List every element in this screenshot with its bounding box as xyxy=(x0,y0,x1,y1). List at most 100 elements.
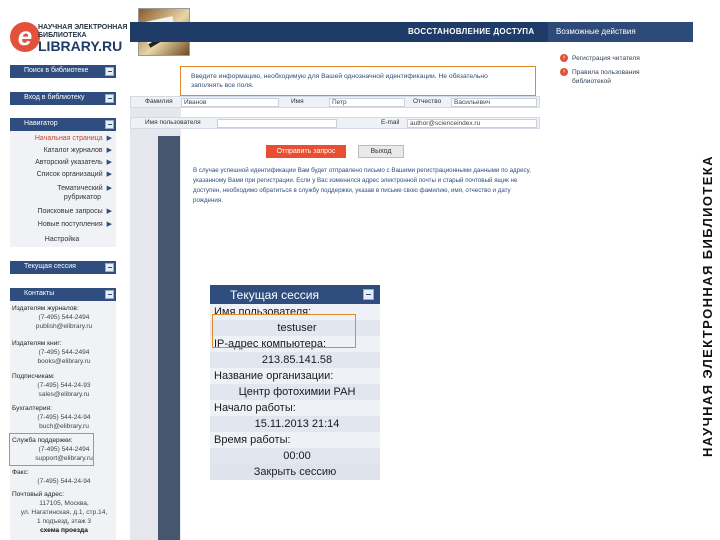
expand-icon[interactable] xyxy=(105,67,114,76)
header-bar: ВОССТАНОВЛЕНИЕ ДОСТУПА Возможные действи… xyxy=(130,22,693,42)
nav-item-new[interactable]: Новые поступления ▶ xyxy=(26,220,112,228)
name-label: Имя xyxy=(291,98,304,105)
page-title: ВОССТАНОВЛЕНИЕ ДОСТУПА xyxy=(408,27,535,36)
contacts-header[interactable]: Контакты xyxy=(10,288,116,301)
vertical-banner-text: НАУЧНАЯ ЭЛЕКТРОННАЯ БИБЛИОТЕКА xyxy=(700,155,715,457)
navigator-label: Навигатор xyxy=(24,120,58,127)
page: { "logo": {"letter": "e", "line1": "НАУЧ… xyxy=(0,0,720,540)
nav-item-queries[interactable]: Поисковые запросы ▶ xyxy=(26,207,112,215)
nav-item-label: Настройка xyxy=(44,236,80,243)
vertical-banner: НАУЧНАЯ ЭЛЕКТРОННАЯ БИБЛИОТЕКА xyxy=(697,85,717,460)
arrow-right-icon: ▶ xyxy=(106,208,112,215)
user-row: Имя пользователя E-mail author@sciencein… xyxy=(130,117,540,129)
email-input[interactable]: author@scienceindex.ru xyxy=(407,119,537,128)
arrow-right-icon: ▶ xyxy=(106,135,112,142)
address-label: Почтовый адрес: xyxy=(12,491,65,498)
session-header[interactable]: Текущая сессия xyxy=(10,261,116,274)
contact-phone: (7-495) 544-24-93 xyxy=(37,382,91,389)
nav-item-label: Тематический xyxy=(57,185,103,192)
contact-label: Факс: xyxy=(12,469,29,476)
session-ip-value: 213.85.141.58 xyxy=(210,352,380,368)
recovery-note: В случае успешной идентификации Вам буде… xyxy=(193,167,531,204)
navigator-header[interactable]: Навигатор xyxy=(10,118,116,131)
contact-journals: Издателям журналов: (7-495) 544-2494 pub… xyxy=(12,304,116,331)
patronymic-label: Отчество xyxy=(413,98,442,105)
postal-address: Почтовый адрес: 117105, Москва, ул. Нага… xyxy=(12,490,116,535)
session-title: Текущая сессия xyxy=(230,288,319,302)
nav-item-authors[interactable]: Авторский указатель ▶ xyxy=(26,158,112,166)
exit-button[interactable]: Выход xyxy=(358,145,404,158)
library-rules-link[interactable]: Правила пользования библиотекой xyxy=(560,68,680,86)
nav-item-label: Список организаций xyxy=(36,171,103,178)
nav-item-settings[interactable]: Настройка xyxy=(14,236,110,243)
expand-icon[interactable] xyxy=(105,94,114,103)
arrow-right-icon: ▶ xyxy=(106,147,112,154)
info-box: Введите информацию, необходимую для Ваше… xyxy=(180,66,536,96)
contact-label: Издателям журналов: xyxy=(12,305,79,312)
contact-email[interactable]: books@elibrary.ru xyxy=(12,357,116,366)
email-label-text: E-mail xyxy=(381,119,400,126)
session-time-label: Время работы: xyxy=(214,434,291,446)
nav-item-journals[interactable]: Каталог журналов ▶ xyxy=(26,146,112,154)
username-label: Имя пользователя xyxy=(145,119,201,126)
logo-line1: НАУЧНАЯ ЭЛЕКТРОННАЯ xyxy=(38,24,128,31)
content-side-dark-stripe xyxy=(158,136,180,540)
actions-header: Возможные действия xyxy=(548,22,693,42)
contact-fax: Факс: (7-495) 544-24-94 xyxy=(12,468,116,486)
nav-item-organizations[interactable]: Список организаций ▶ xyxy=(26,170,112,178)
contact-books: Издателям книг: (7-495) 544-2494 books@e… xyxy=(12,339,116,366)
session-panel-header: Текущая сессия xyxy=(210,285,380,304)
nav-item-home[interactable]: Начальная страница ▶ xyxy=(26,134,112,142)
name-input[interactable]: Петр xyxy=(329,98,405,107)
nav-item-label: Поисковые запросы xyxy=(37,208,103,215)
nav-item-label: рубрикатор xyxy=(63,194,101,201)
session-org-label: Название организации: xyxy=(214,370,334,382)
contact-phone: (7-495) 544-24-94 xyxy=(37,478,91,485)
contact-label: Издателям книг: xyxy=(12,340,62,347)
submit-request-button[interactable]: Отправить запрос xyxy=(266,145,346,158)
arrow-right-icon: ▶ xyxy=(106,171,112,178)
address-line: 117105, Москва, xyxy=(39,500,89,507)
nav-item-label: Авторский указатель xyxy=(35,159,103,166)
register-reader-link[interactable]: Регистрация читателя xyxy=(560,54,640,63)
nav-item-label: Начальная страница xyxy=(34,135,103,142)
info-line: Введите информацию, необходимую для Ваше… xyxy=(191,73,488,80)
contact-email[interactable]: sales@elibrary.ru xyxy=(12,390,116,399)
login-library-label: Вход в библиотеку xyxy=(24,94,85,101)
support-highlight xyxy=(9,433,94,466)
session-start-label: Начало работы: xyxy=(214,402,296,414)
info-line: заполнять все поля. xyxy=(191,82,254,89)
session-org-value: Центр фотохимии РАН xyxy=(210,384,380,400)
logo-brand[interactable]: LIBRARY.RU xyxy=(38,38,122,54)
name-row: Фамилия Иванов Имя Петр Отчество Василье… xyxy=(130,96,540,108)
surname-input[interactable]: Иванов xyxy=(181,98,279,107)
close-session-button[interactable]: Закрыть сессию xyxy=(210,464,380,480)
contact-phone: (7-495) 544-24-94 xyxy=(37,414,91,421)
login-library-header[interactable]: Вход в библиотеку xyxy=(10,92,116,105)
nav-item-rubricator[interactable]: Тематический ▶ рубрикатор xyxy=(26,184,112,202)
map-link[interactable]: схема проезда xyxy=(12,526,116,535)
contact-phone: (7-495) 544-2494 xyxy=(38,349,90,356)
collapse-icon[interactable] xyxy=(363,289,374,300)
nav-item-label: Новые поступления xyxy=(37,221,103,228)
contact-accounting: Бухгалтерия: (7-495) 544-24-94 buch@elib… xyxy=(12,404,116,431)
logo-icon[interactable]: e xyxy=(10,22,40,52)
expand-icon[interactable] xyxy=(105,263,114,272)
patronymic-input[interactable]: Васильевич xyxy=(451,98,537,107)
search-library-label: Поиск в библиотеке xyxy=(24,67,89,74)
arrow-right-icon: ▶ xyxy=(106,185,112,192)
contact-email[interactable]: buch@elibrary.ru xyxy=(12,422,116,431)
contact-phone: (7-495) 544-2494 xyxy=(38,314,90,321)
search-library-header[interactable]: Поиск в библиотеке xyxy=(10,65,116,78)
arrow-right-icon: ▶ xyxy=(106,159,112,166)
address-line: 1 подъезд, этаж 3 xyxy=(36,518,92,525)
surname-label: Фамилия xyxy=(145,98,173,105)
collapse-icon[interactable] xyxy=(105,120,114,129)
arrow-right-icon: ▶ xyxy=(106,221,112,228)
username-highlight xyxy=(212,314,356,348)
collapse-icon[interactable] xyxy=(105,290,114,299)
contact-subscribers: Подписчикам: (7-495) 544-24-93 sales@eli… xyxy=(12,372,116,399)
side-actions: Регистрация читателя Правила пользования… xyxy=(550,42,693,92)
username-input[interactable] xyxy=(217,119,337,128)
contact-email[interactable]: publish@elibrary.ru xyxy=(12,322,116,331)
